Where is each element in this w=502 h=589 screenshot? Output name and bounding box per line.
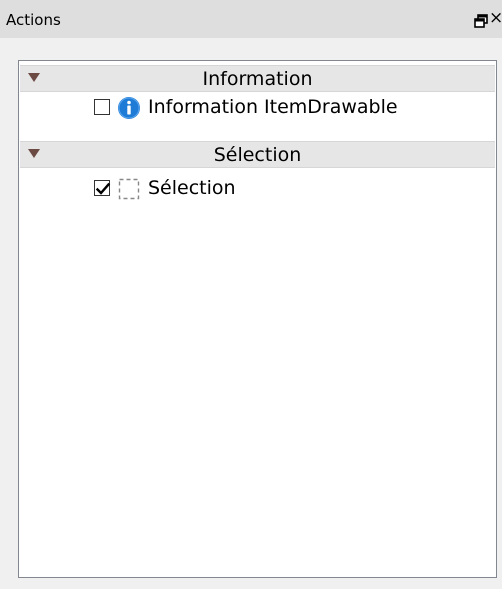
tree-item-selection[interactable]: Sélection bbox=[20, 175, 495, 205]
group-header-information[interactable]: Information bbox=[20, 65, 495, 92]
item-label: Sélection bbox=[148, 177, 236, 199]
checkmark-icon bbox=[95, 182, 111, 195]
item-checkbox-checked[interactable] bbox=[94, 180, 111, 196]
selection-marquee-icon bbox=[117, 177, 141, 201]
info-icon bbox=[117, 96, 141, 120]
tree-item-information-itemdrawable[interactable]: Information ItemDrawable bbox=[20, 94, 495, 124]
group-header-selection[interactable]: Sélection bbox=[20, 141, 495, 168]
item-label: Information ItemDrawable bbox=[148, 96, 398, 118]
close-icon[interactable]: × bbox=[489, 8, 502, 28]
actions-panel: Actions × Information Information ItemDr… bbox=[0, 0, 502, 589]
item-checkbox[interactable] bbox=[94, 99, 110, 115]
actions-tree[interactable]: Information Information ItemDrawable Sél… bbox=[18, 60, 497, 578]
float-window-icon[interactable] bbox=[474, 13, 488, 28]
group-label: Information bbox=[202, 68, 313, 90]
panel-title-bar[interactable]: Actions × bbox=[0, 0, 502, 38]
panel-title: Actions bbox=[6, 11, 61, 29]
group-label: Sélection bbox=[213, 144, 302, 166]
